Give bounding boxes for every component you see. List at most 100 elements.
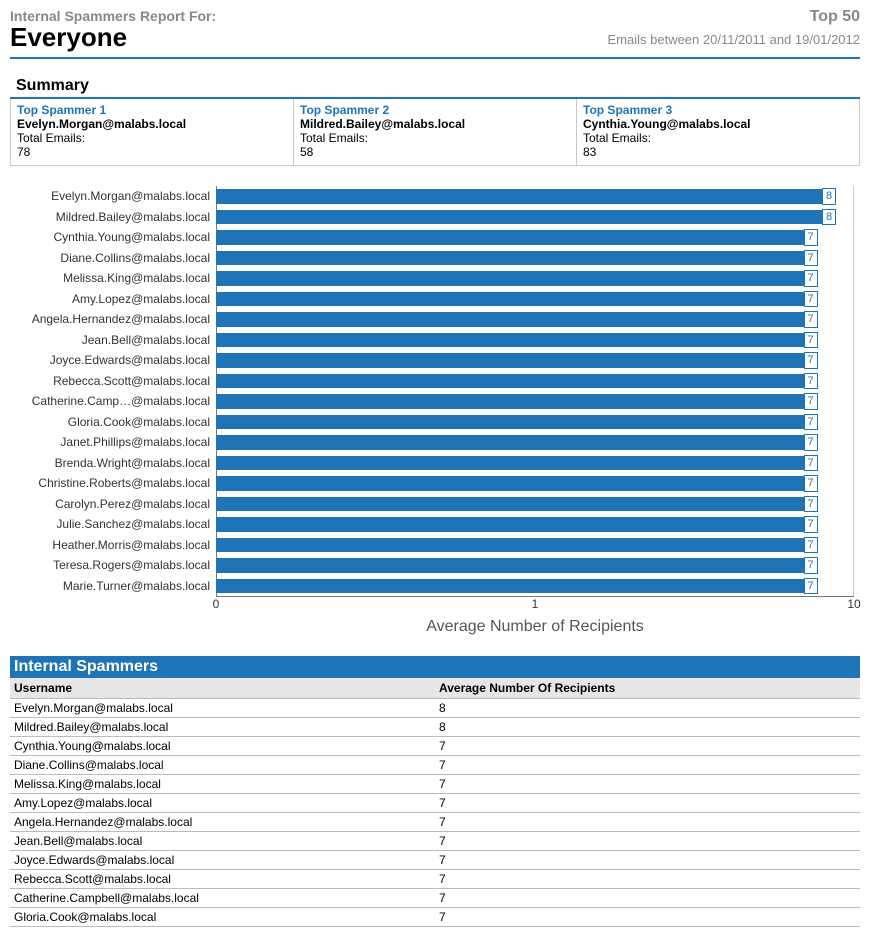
- chart-row-plot: 7: [216, 473, 854, 494]
- chart-category-label: Gloria.Cook@malabs.local: [16, 415, 216, 429]
- cell-avg: 7: [435, 775, 860, 794]
- chart-row: Jean.Bell@malabs.local 7: [16, 330, 854, 351]
- chart-row: Marie.Turner@malabs.local 7: [16, 576, 854, 597]
- chart-bar: [216, 292, 805, 307]
- cell-avg: 8: [435, 699, 860, 718]
- cell-username: Rebecca.Scott@malabs.local: [10, 870, 435, 889]
- cell-avg: 7: [435, 813, 860, 832]
- chart-row: Brenda.Wright@malabs.local7: [16, 453, 854, 474]
- chart-bar: [216, 333, 805, 348]
- chart-bar: [216, 435, 805, 450]
- chart-category-label: Jean.Bell@malabs.local: [16, 333, 216, 347]
- chart-category-label: Joyce.Edwards@malabs.local: [16, 353, 216, 367]
- cell-username: Melissa.King@malabs.local: [10, 775, 435, 794]
- chart-row: Carolyn.Perez@malabs.local7: [16, 494, 854, 515]
- card-total-label: Total Emails:: [583, 131, 853, 145]
- summary-card: Top Spammer 3Cynthia.Young@malabs.localT…: [577, 99, 860, 165]
- chart-row-plot: 7: [216, 412, 854, 433]
- chart-row: Melissa.King@malabs.local7: [16, 268, 854, 289]
- chart-row-plot: 7: [216, 576, 854, 597]
- chart-value-badge: 7: [804, 537, 818, 554]
- report-title: Everyone: [10, 22, 216, 53]
- table-row: Diane.Collins@malabs.local7: [10, 756, 860, 775]
- table-row: Joyce.Edwards@malabs.local7: [10, 851, 860, 870]
- table-row: Amy.Lopez@malabs.local7: [10, 794, 860, 813]
- chart-value-badge: 7: [804, 455, 818, 472]
- cell-username: Gloria.Cook@malabs.local: [10, 908, 435, 927]
- x-axis-label: Average Number of Recipients: [216, 618, 854, 636]
- card-total-label: Total Emails:: [17, 131, 287, 145]
- table-header-username: Username: [10, 678, 435, 699]
- chart-bar: [216, 558, 805, 573]
- card-email: Evelyn.Morgan@malabs.local: [17, 117, 287, 131]
- chart-value-badge: 7: [804, 434, 818, 451]
- table-section-title: Internal Spammers: [10, 656, 860, 678]
- chart-bar: [216, 538, 805, 553]
- chart-value-badge: 7: [804, 352, 818, 369]
- chart-value-badge: 7: [804, 229, 818, 246]
- chart-row-plot: 7: [216, 535, 854, 556]
- cell-username: Jean.Bell@malabs.local: [10, 832, 435, 851]
- chart-row: Gloria.Cook@malabs.local 7: [16, 412, 854, 433]
- chart-value-badge: 8: [822, 188, 836, 205]
- chart-row: Angela.Hernandez@malabs.local7: [16, 309, 854, 330]
- chart-bar: [216, 251, 805, 266]
- chart-category-label: Angela.Hernandez@malabs.local: [16, 312, 216, 326]
- chart-bar: [216, 230, 805, 245]
- chart-category-label: Rebecca.Scott@malabs.local: [16, 374, 216, 388]
- chart-bar: [216, 271, 805, 286]
- card-total-value: 58: [300, 145, 570, 159]
- table-row: Jean.Bell@malabs.local7: [10, 832, 860, 851]
- card-total-value: 83: [583, 145, 853, 159]
- cell-username: Diane.Collins@malabs.local: [10, 756, 435, 775]
- chart-value-badge: 7: [804, 250, 818, 267]
- chart-row-plot: 7: [216, 494, 854, 515]
- chart-row-plot: 7: [216, 268, 854, 289]
- chart-row: Joyce.Edwards@malabs.local 7: [16, 350, 854, 371]
- cell-avg: 7: [435, 794, 860, 813]
- table-row: Gloria.Cook@malabs.local7: [10, 908, 860, 927]
- chart-value-badge: 7: [804, 578, 818, 595]
- cell-username: Mildred.Bailey@malabs.local: [10, 718, 435, 737]
- chart-bar: [216, 374, 805, 389]
- chart-value-badge: 7: [804, 393, 818, 410]
- chart-row: Teresa.Rogers@malabs.local7: [16, 555, 854, 576]
- chart-value-badge: 8: [822, 209, 836, 226]
- summary-card: Top Spammer 2Mildred.Bailey@malabs.local…: [294, 99, 577, 165]
- table-row: Mildred.Bailey@malabs.local8: [10, 718, 860, 737]
- chart-value-badge: 7: [804, 414, 818, 431]
- chart-bar: [216, 210, 823, 225]
- chart-row-plot: 8: [216, 186, 854, 207]
- chart-bar: [216, 189, 823, 204]
- chart-row-plot: 7: [216, 330, 854, 351]
- chart-category-label: Mildred.Bailey@malabs.local: [16, 210, 216, 224]
- bar-chart: Evelyn.Morgan@malabs.local8Mildred.Baile…: [10, 186, 860, 636]
- chart-bar: [216, 579, 805, 594]
- chart-category-label: Marie.Turner@malabs.local: [16, 579, 216, 593]
- cell-username: Evelyn.Morgan@malabs.local: [10, 699, 435, 718]
- card-title: Top Spammer 2: [300, 103, 570, 117]
- table-row: Cynthia.Young@malabs.local7: [10, 737, 860, 756]
- table-row: Melissa.King@malabs.local7: [10, 775, 860, 794]
- chart-value-badge: 7: [804, 373, 818, 390]
- x-axis-tick: 10: [847, 597, 860, 611]
- summary-section: Summary Top Spammer 1Evelyn.Morgan@malab…: [10, 77, 860, 166]
- chart-bar: [216, 517, 805, 532]
- card-email: Mildred.Bailey@malabs.local: [300, 117, 570, 131]
- card-total-value: 78: [17, 145, 287, 159]
- table-row: Evelyn.Morgan@malabs.local8: [10, 699, 860, 718]
- cell-avg: 8: [435, 718, 860, 737]
- chart-row-plot: 7: [216, 289, 854, 310]
- chart-value-badge: 7: [804, 332, 818, 349]
- chart-value-badge: 7: [804, 516, 818, 533]
- table-row: Catherine.Campbell@malabs.local7: [10, 889, 860, 908]
- cell-avg: 7: [435, 832, 860, 851]
- chart-category-label: Amy.Lopez@malabs.local: [16, 292, 216, 306]
- chart-row-plot: 7: [216, 514, 854, 535]
- chart-bar: [216, 394, 805, 409]
- table-row: Angela.Hernandez@malabs.local7: [10, 813, 860, 832]
- card-email: Cynthia.Young@malabs.local: [583, 117, 853, 131]
- chart-row: Mildred.Bailey@malabs.local 8: [16, 207, 854, 228]
- chart-row-plot: 7: [216, 248, 854, 269]
- chart-row-plot: 7: [216, 227, 854, 248]
